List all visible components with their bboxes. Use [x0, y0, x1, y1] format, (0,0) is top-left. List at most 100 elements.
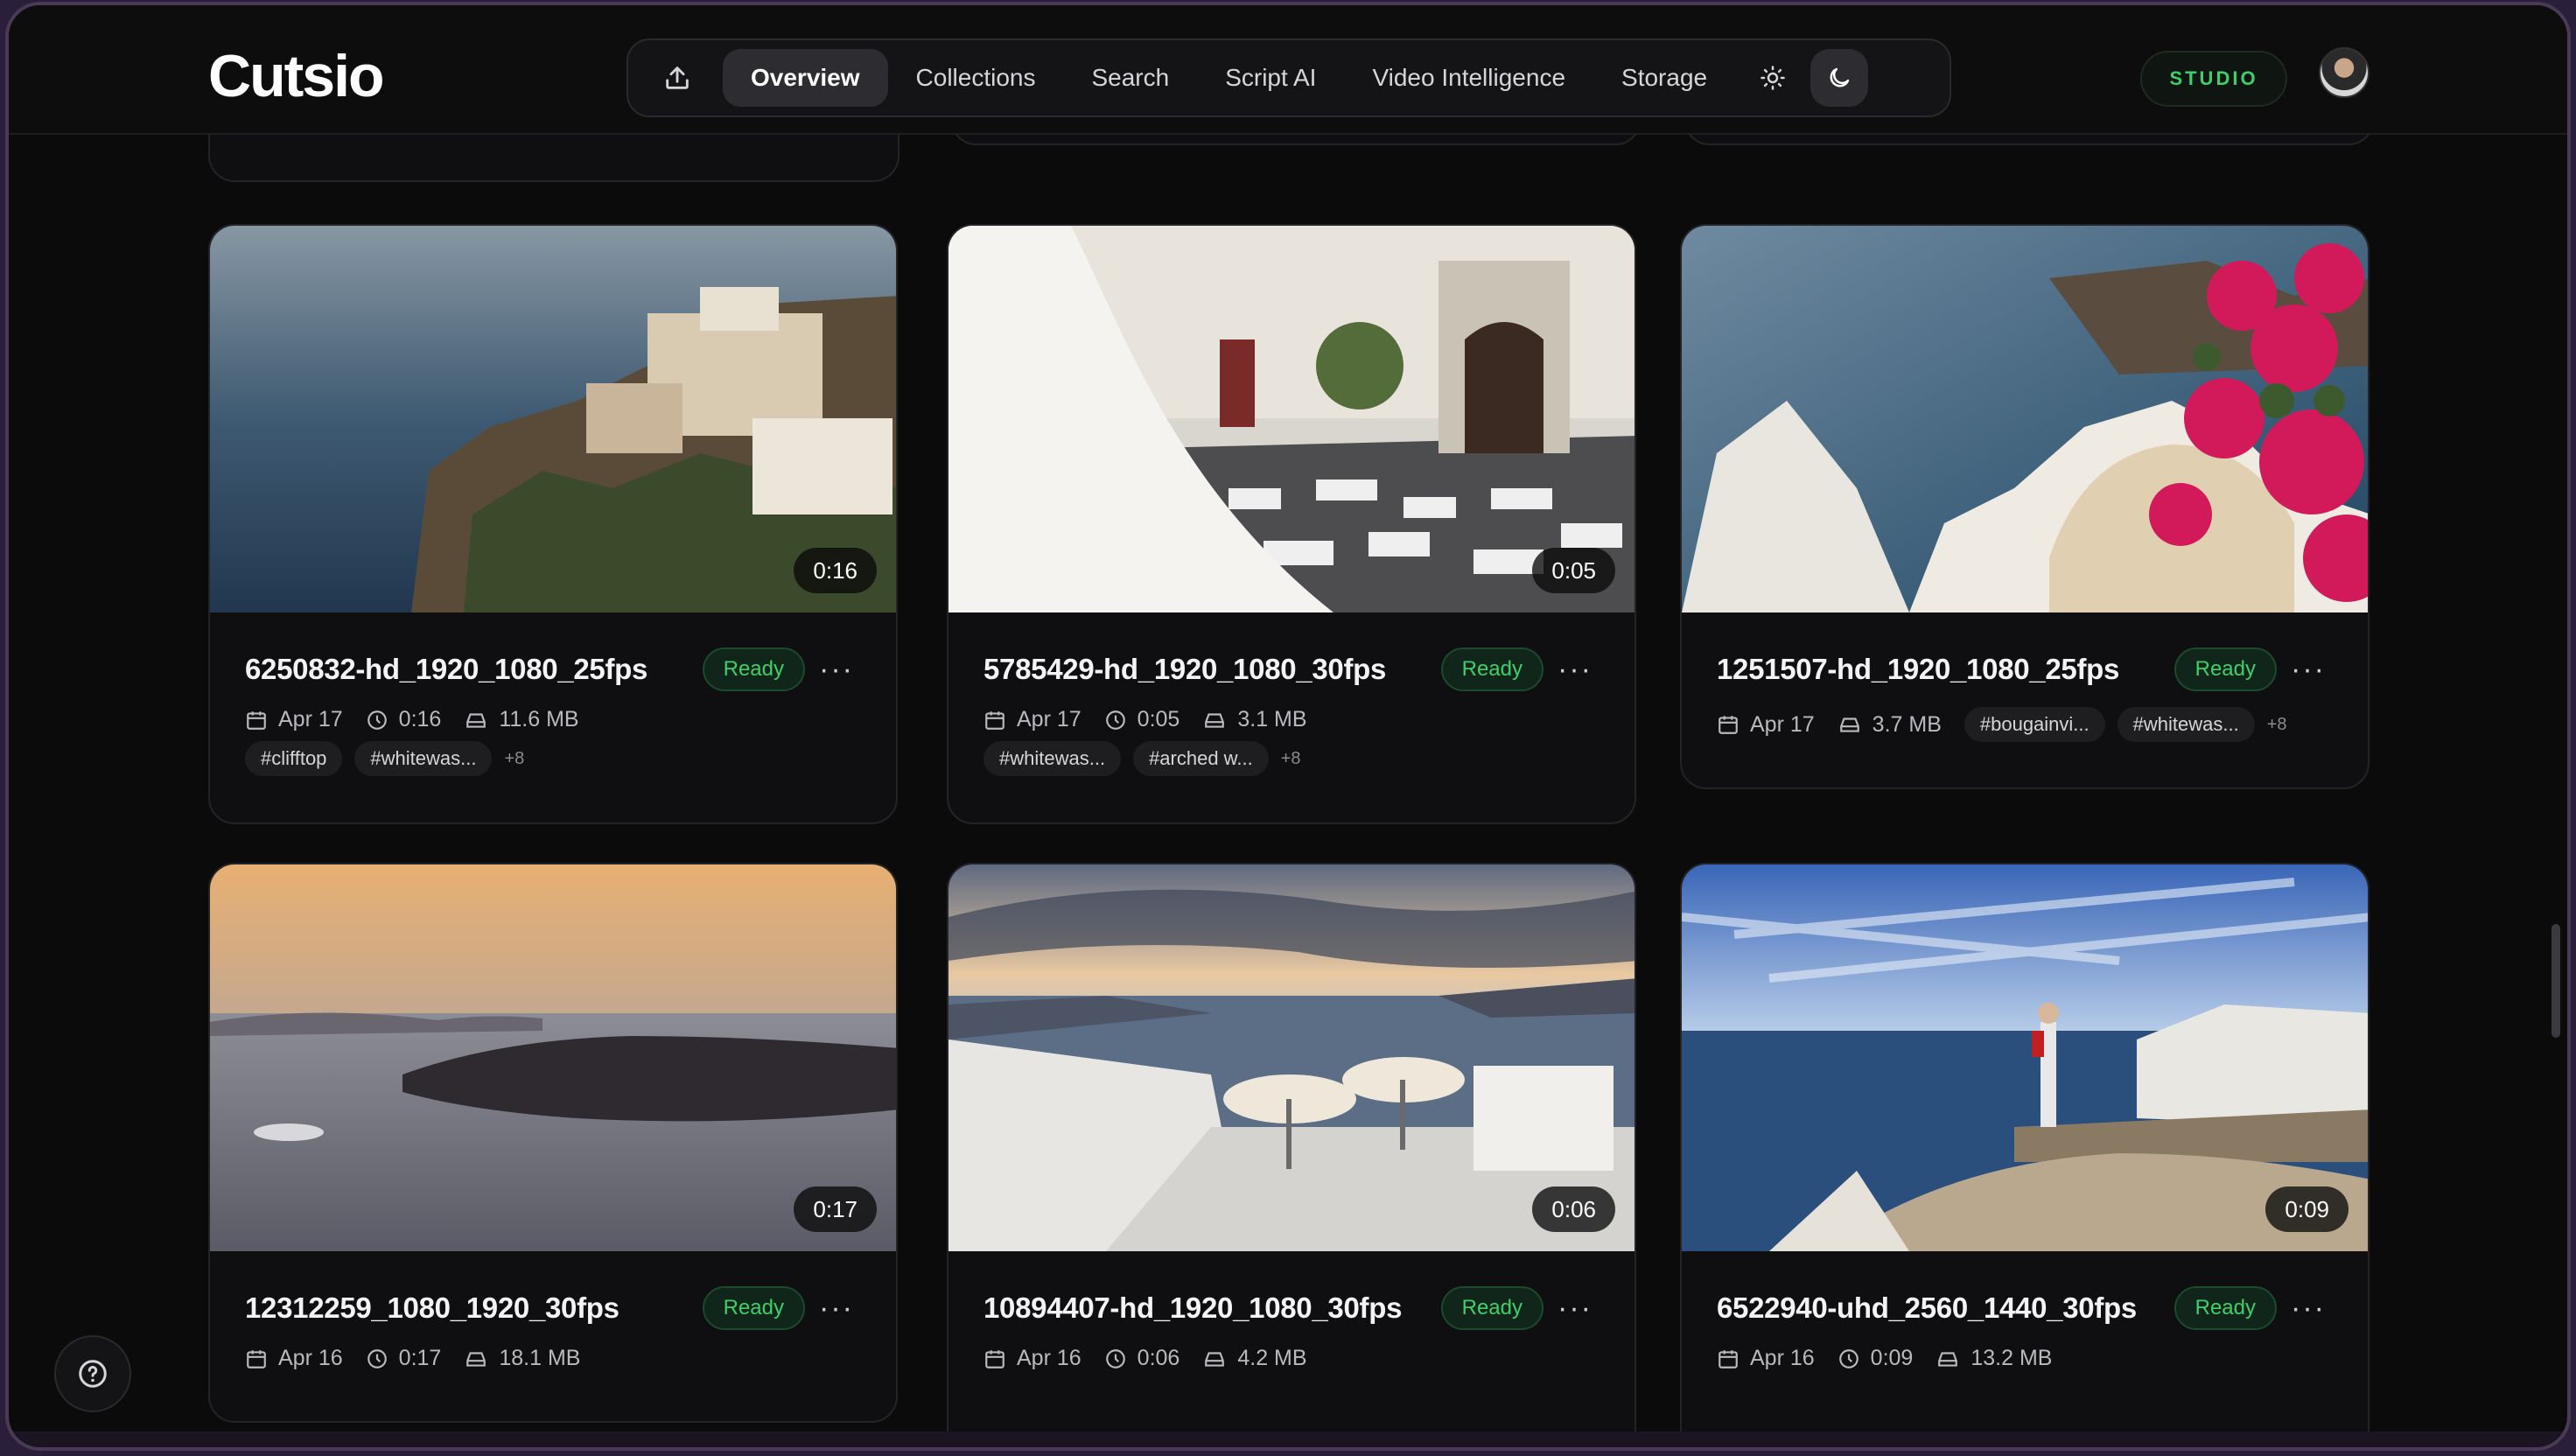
duration-badge: 0:16 [794, 548, 877, 593]
scrollbar-thumb[interactable] [2552, 924, 2560, 1038]
calendar-icon [247, 1349, 266, 1368]
video-thumbnail[interactable]: 0:05 [948, 226, 1634, 612]
video-title[interactable]: 12312259_1080_1920_30fps [245, 1286, 690, 1330]
nav-script-ai[interactable]: Script AI [1197, 49, 1344, 107]
video-thumbnail[interactable]: 0:17 [210, 864, 896, 1251]
file-size: 18.1 MB [499, 1346, 581, 1370]
upload-icon [666, 66, 689, 89]
clock-icon [1838, 1348, 1858, 1368]
clock-icon [367, 710, 387, 730]
file-size: 3.1 MB [1237, 707, 1307, 732]
more-options-button[interactable]: ··· [1550, 648, 1600, 691]
file-size: 11.6 MB [499, 707, 579, 732]
thumbnail-image [948, 864, 1634, 1251]
duration-badge: 0:09 [2265, 1186, 2348, 1232]
video-thumbnail[interactable]: 0:16 [210, 226, 896, 612]
storage-icon [1938, 1351, 1958, 1367]
upload-date: Apr 17 [1750, 711, 1815, 737]
upload-date: Apr 16 [1750, 1346, 1815, 1370]
thumbnail-image [1682, 864, 2368, 1251]
more-options-button[interactable]: ··· [1550, 1286, 1600, 1330]
tag-chip[interactable]: #whitewas... [2117, 707, 2255, 742]
video-length: 0:16 [398, 707, 442, 732]
video-grid: 0:16 6250832-hd_1920_1080_25fps Ready ··… [9, 5, 2567, 1447]
clock-icon [1105, 1348, 1125, 1368]
video-title[interactable]: 6522940-uhd_2560_1440_30fps [1717, 1286, 2162, 1330]
video-card[interactable]: 0:05 5785429-hd_1920_1080_30fps Ready ··… [947, 224, 1636, 824]
video-length: 0:06 [1137, 1346, 1180, 1370]
more-options-button[interactable]: ··· [812, 648, 861, 691]
upload-date: Apr 17 [278, 707, 343, 732]
help-icon [79, 1360, 107, 1388]
video-card[interactable]: 1251507-hd_1920_1080_25fps Ready ··· Apr… [1680, 224, 2370, 789]
calendar-icon [985, 710, 1004, 730]
nav-search[interactable]: Search [1063, 49, 1197, 107]
more-options-button[interactable]: ··· [812, 1286, 861, 1330]
video-title[interactable]: 6250832-hd_1920_1080_25fps [245, 648, 690, 691]
video-length: 0:09 [1870, 1346, 1914, 1370]
video-thumbnail[interactable] [1682, 226, 2368, 612]
sun-icon [1760, 66, 1785, 90]
more-tags-count[interactable]: +8 [2267, 715, 2287, 735]
thumbnail-image [1682, 226, 2368, 612]
file-size: 3.7 MB [1872, 711, 1942, 737]
video-title[interactable]: 1251507-hd_1920_1080_25fps [1717, 648, 2162, 691]
tag-chip[interactable]: #whitewas... [354, 741, 493, 776]
nav-storage[interactable]: Storage [1593, 49, 1735, 107]
status-badge: Ready [2174, 648, 2277, 691]
duration-badge: 0:06 [1532, 1186, 1615, 1232]
thumbnail-image [210, 226, 896, 612]
thumbnail-image [948, 226, 1634, 612]
main-nav: Overview Collections Search Script AI Vi… [626, 38, 1951, 117]
storage-icon [1839, 718, 1859, 732]
file-size: 4.2 MB [1237, 1346, 1307, 1370]
nav-collections[interactable]: Collections [888, 49, 1064, 107]
storage-icon [466, 1351, 486, 1367]
video-card[interactable]: 0:17 12312259_1080_1920_30fps Ready ··· … [208, 863, 898, 1423]
calendar-icon [985, 1349, 1004, 1368]
clock-icon [367, 1348, 387, 1368]
tag-chip[interactable]: #bougainvi... [1964, 707, 2105, 742]
video-length: 0:05 [1137, 707, 1180, 732]
app-window: 0:16 6250832-hd_1920_1080_25fps Ready ··… [5, 2, 2571, 1451]
status-badge: Ready [2174, 1286, 2277, 1330]
more-tags-count[interactable]: +8 [504, 749, 524, 769]
file-size: 13.2 MB [1970, 1346, 2053, 1370]
status-badge: Ready [702, 1286, 805, 1330]
status-badge: Ready [702, 648, 805, 691]
top-header: Cutsio Overview Collections Search Scrip… [9, 5, 2567, 135]
video-card[interactable]: 0:16 6250832-hd_1920_1080_25fps Ready ··… [208, 224, 898, 824]
duration-badge: 0:05 [1532, 548, 1615, 593]
video-thumbnail[interactable]: 0:09 [1682, 864, 2368, 1251]
duration-badge: 0:17 [794, 1186, 877, 1232]
tag-chip[interactable]: #whitewas... [984, 741, 1122, 776]
calendar-icon [1718, 1349, 1738, 1368]
more-tags-count[interactable]: +8 [1281, 749, 1301, 769]
upload-date: Apr 16 [1017, 1346, 1082, 1370]
video-card[interactable]: 0:09 6522940-uhd_2560_1440_30fps Ready ·… [1680, 863, 2370, 1447]
storage-icon [466, 712, 486, 728]
calendar-icon [247, 710, 266, 730]
more-options-button[interactable]: ··· [2284, 648, 2333, 691]
tag-chip[interactable]: #clifftop [245, 741, 343, 776]
video-title[interactable]: 5785429-hd_1920_1080_30fps [984, 648, 1429, 691]
upload-button[interactable] [649, 50, 705, 106]
dark-theme-button[interactable] [1810, 49, 1869, 107]
status-badge: Ready [1440, 648, 1544, 691]
calendar-icon [1718, 716, 1738, 734]
nav-video-intelligence[interactable]: Video Intelligence [1344, 49, 1593, 107]
help-button[interactable] [54, 1335, 131, 1412]
light-theme-button[interactable] [1744, 49, 1802, 107]
video-title[interactable]: 10894407-hd_1920_1080_30fps [984, 1286, 1429, 1330]
more-options-button[interactable]: ··· [2284, 1286, 2333, 1330]
upload-date: Apr 17 [1017, 707, 1082, 732]
video-card[interactable]: 0:06 10894407-hd_1920_1080_30fps Ready ·… [947, 863, 1636, 1447]
clock-icon [1105, 710, 1125, 730]
tag-chip[interactable]: #arched w... [1133, 741, 1269, 776]
upload-date: Apr 16 [278, 1346, 343, 1370]
user-avatar[interactable] [2319, 47, 2370, 98]
app-logo[interactable]: Cutsio [208, 42, 385, 110]
studio-button[interactable]: STUDIO [2140, 51, 2287, 107]
video-thumbnail[interactable]: 0:06 [948, 864, 1634, 1251]
nav-overview[interactable]: Overview [723, 49, 888, 107]
